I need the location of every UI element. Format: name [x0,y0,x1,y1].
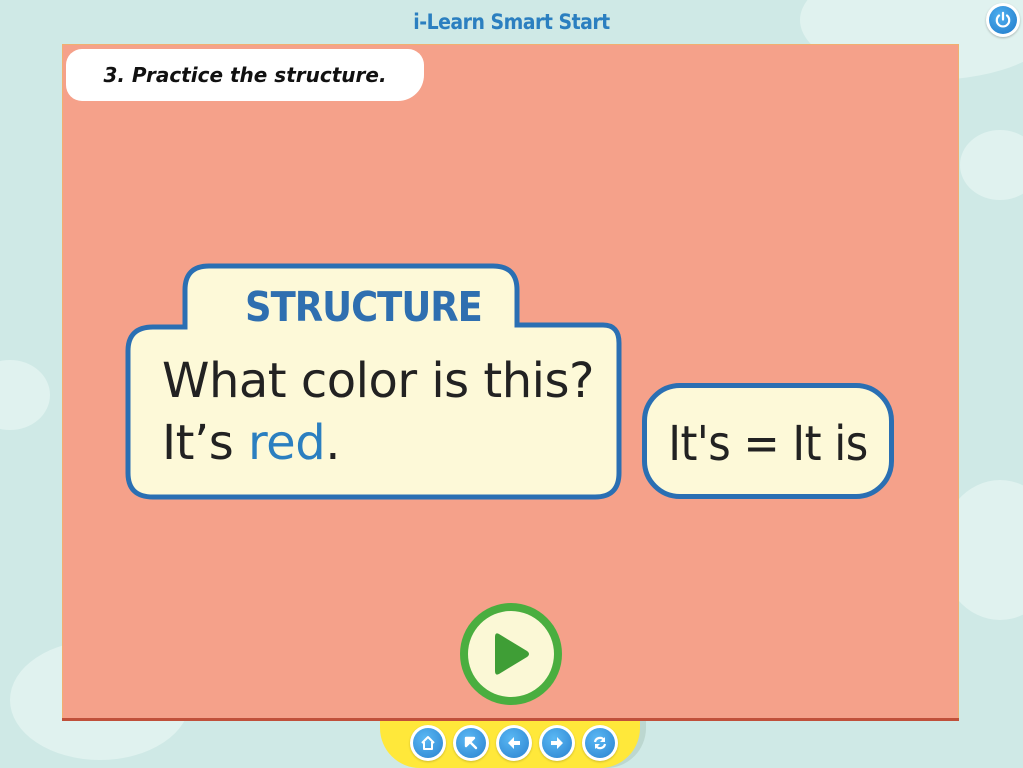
structure-question: What color is this? [162,353,595,409]
instruction-label: 3. Practice the structure. [66,49,424,101]
app-title: i-Learn Smart Start [413,10,610,34]
structure-heading: STRUCTURE [245,283,483,331]
power-icon [989,6,1017,34]
next-button[interactable] [539,725,575,761]
background-cloud [960,130,1023,200]
structure-answer: It’s red. [162,419,340,467]
home-icon [413,728,443,758]
arrow-up-left-icon [456,728,486,758]
power-button[interactable] [986,3,1020,37]
arrow-right-icon [542,728,572,758]
answer-suffix: . [325,415,340,471]
arrow-left-icon [499,728,529,758]
play-button[interactable] [460,603,562,705]
refresh-icon [585,728,615,758]
structure-card: STRUCTURE What color is this? It’s red. [125,263,623,501]
play-icon [468,611,554,697]
replay-button[interactable] [582,725,618,761]
home-button[interactable] [410,725,446,761]
previous-button[interactable] [496,725,532,761]
answer-highlight: red [248,415,326,471]
back-to-menu-button[interactable] [453,725,489,761]
contraction-note: It's = It is [642,383,894,499]
background-cloud [0,360,50,430]
answer-prefix: It’s [162,415,248,471]
